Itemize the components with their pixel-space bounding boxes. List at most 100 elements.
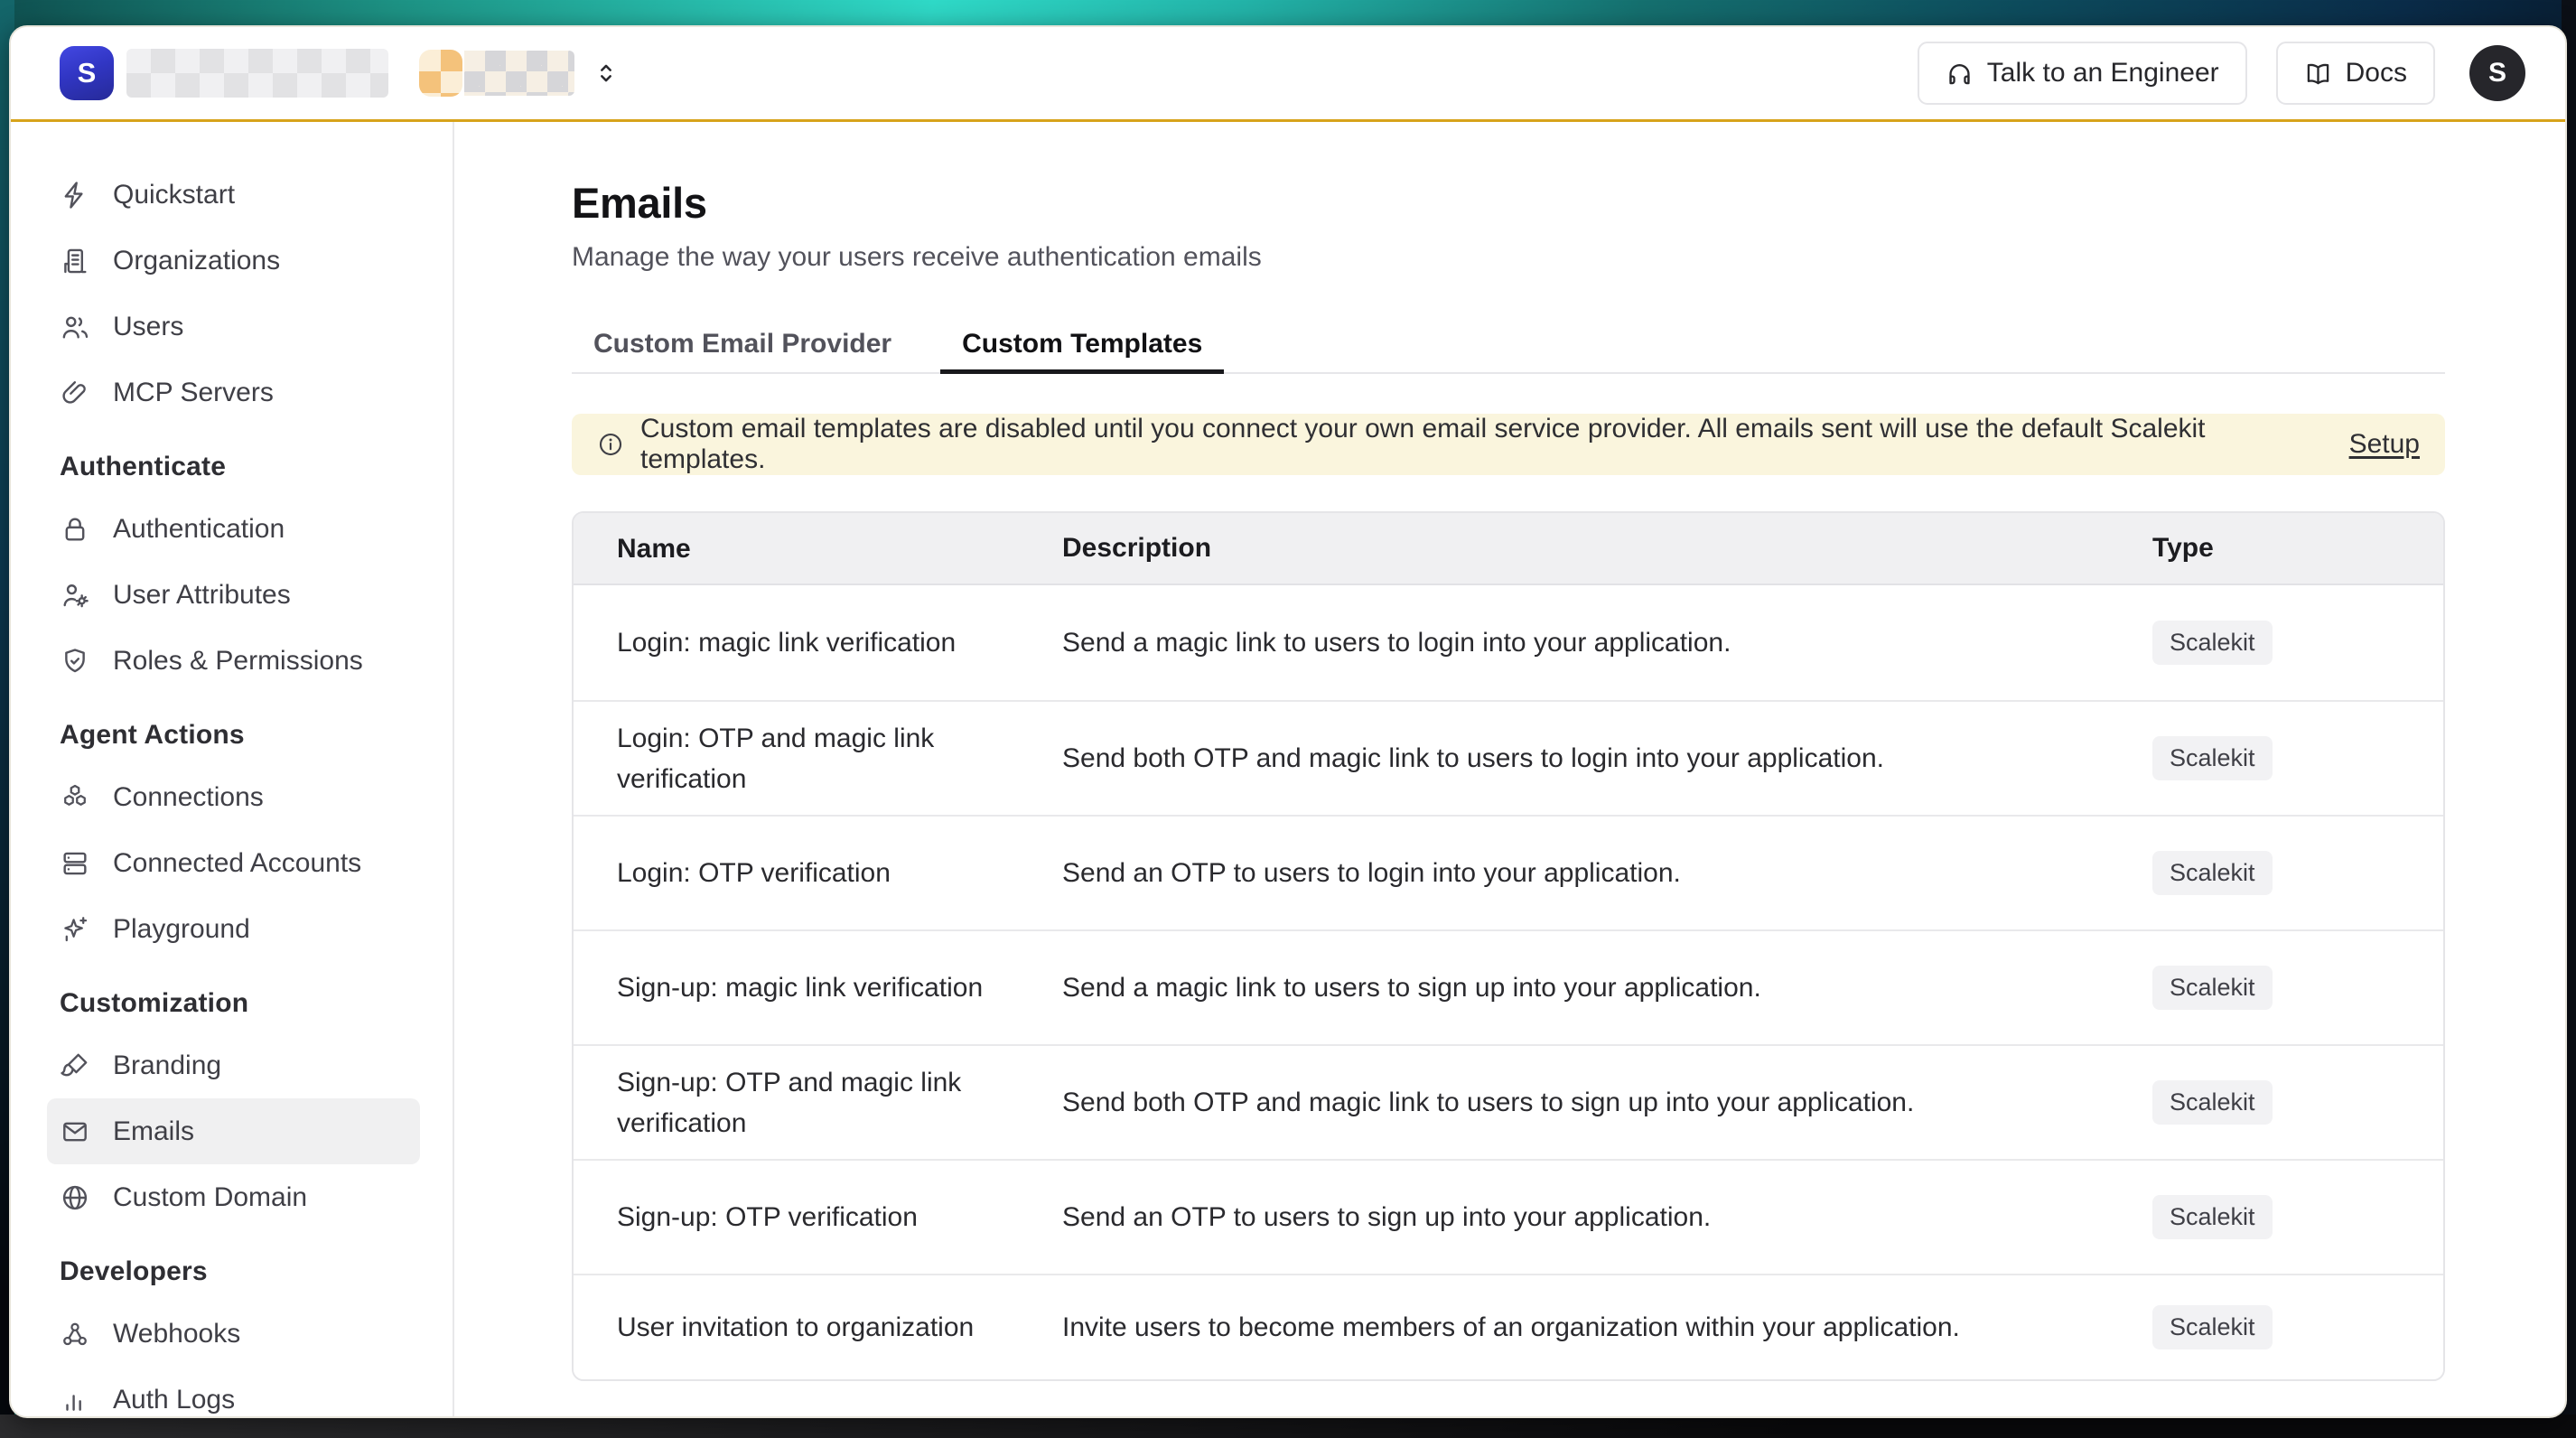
table-row[interactable]: Sign-up: OTP verification Send an OTP to…	[574, 1159, 2443, 1274]
type-badge: Scalekit	[2152, 1195, 2273, 1239]
info-banner: Custom email templates are disabled unti…	[572, 414, 2445, 475]
sidebar-item-users[interactable]: Users	[47, 294, 420, 360]
template-name: Login: OTP and magic link verification	[574, 718, 1062, 799]
setup-link[interactable]: Setup	[2349, 429, 2420, 460]
building-icon	[60, 246, 90, 276]
sidebar-item-auth-logs[interactable]: Auth Logs	[47, 1367, 420, 1416]
desktop-background: S Talk to an Engineer	[0, 0, 2576, 1438]
template-description: Send a magic link to users to sign up in…	[1062, 973, 2152, 1004]
table-row[interactable]: Login: OTP verification Send an OTP to u…	[574, 815, 2443, 929]
table-row[interactable]: Login: OTP and magic link verification S…	[574, 700, 2443, 815]
environment-switcher[interactable]	[419, 50, 574, 97]
page-subtitle: Manage the way your users receive authen…	[572, 242, 2445, 273]
sidebar-section-authenticate: Authenticate	[11, 438, 453, 496]
sidebar-label: Users	[113, 312, 183, 342]
sidebar-label: Connections	[113, 782, 264, 813]
sidebar-label: Webhooks	[113, 1319, 240, 1349]
talk-to-engineer-label: Talk to an Engineer	[1987, 58, 2219, 89]
table-row[interactable]: Login: magic link verification Send a ma…	[574, 585, 2443, 700]
sidebar-item-roles-permissions[interactable]: Roles & Permissions	[47, 628, 420, 694]
type-badge: Scalekit	[2152, 851, 2273, 895]
sidebar-item-authentication[interactable]: Authentication	[47, 496, 420, 562]
table-header-row: Name Description Type	[574, 513, 2443, 585]
sidebar-item-mcp-servers[interactable]: MCP Servers	[47, 360, 420, 425]
user-avatar[interactable]: S	[2469, 45, 2525, 101]
mail-icon	[60, 1116, 90, 1147]
stacked-rows-icon	[60, 848, 90, 879]
top-bar: S Talk to an Engineer	[11, 27, 2565, 122]
sidebar-label: Auth Logs	[113, 1385, 235, 1415]
page-title: Emails	[572, 178, 2445, 228]
lock-icon	[60, 514, 90, 545]
type-badge: Scalekit	[2152, 966, 2273, 1010]
tab-custom-email-provider[interactable]: Custom Email Provider	[572, 316, 913, 372]
table-row[interactable]: Sign-up: OTP and magic link verification…	[574, 1044, 2443, 1159]
tab-bar: Custom Email Provider Custom Templates	[572, 316, 2445, 374]
sidebar-item-custom-domain[interactable]: Custom Domain	[47, 1164, 420, 1230]
sidebar-label: Playground	[113, 914, 250, 945]
sidebar-item-emails[interactable]: Emails	[47, 1098, 420, 1164]
docs-label: Docs	[2346, 58, 2407, 89]
globe-icon	[60, 1182, 90, 1213]
template-name: Sign-up: OTP and magic link verification	[574, 1062, 1062, 1144]
template-description: Send an OTP to users to login into your …	[1062, 858, 2152, 889]
sidebar-label: Custom Domain	[113, 1182, 307, 1213]
headphones-icon	[1946, 60, 1974, 88]
sidebar-label: Roles & Permissions	[113, 646, 363, 677]
sidebar-label: Authentication	[113, 514, 285, 545]
user-gear-icon	[60, 580, 90, 611]
sidebar-section-developers: Developers	[11, 1243, 453, 1301]
sidebar-item-user-attributes[interactable]: User Attributes	[47, 562, 420, 628]
workspace-name-redacted	[126, 49, 388, 98]
type-badge: Scalekit	[2152, 1080, 2273, 1125]
unfold-chevrons-icon[interactable]	[591, 58, 621, 89]
webhook-icon	[60, 1319, 90, 1349]
environment-badge-redacted	[419, 50, 462, 97]
paperclip-icon	[60, 378, 90, 408]
type-badge: Scalekit	[2152, 1305, 2273, 1349]
sidebar-section-customization: Customization	[11, 975, 453, 1032]
bar-chart-icon	[60, 1385, 90, 1415]
sidebar: Quickstart Organizations Users MCP Serve…	[11, 122, 454, 1416]
template-description: Send an OTP to users to sign up into you…	[1062, 1202, 2152, 1233]
template-description: Send both OTP and magic link to users to…	[1062, 1088, 2152, 1118]
table-row[interactable]: Sign-up: magic link verification Send a …	[574, 929, 2443, 1044]
sidebar-item-connected-accounts[interactable]: Connected Accounts	[47, 830, 420, 896]
type-badge: Scalekit	[2152, 621, 2273, 665]
cubes-icon	[60, 782, 90, 813]
sidebar-item-playground[interactable]: Playground	[47, 896, 420, 962]
sidebar-item-connections[interactable]: Connections	[47, 764, 420, 830]
sidebar-item-organizations[interactable]: Organizations	[47, 228, 420, 294]
sidebar-label: Branding	[113, 1050, 221, 1081]
template-name: Sign-up: magic link verification	[574, 967, 1062, 1008]
column-header-name: Name	[574, 528, 1062, 569]
column-header-description: Description	[1062, 533, 2152, 564]
template-name: Sign-up: OTP verification	[574, 1197, 1062, 1237]
template-name: Login: magic link verification	[574, 622, 1062, 663]
sidebar-item-branding[interactable]: Branding	[47, 1032, 420, 1098]
template-description: Send a magic link to users to login into…	[1062, 628, 2152, 658]
sidebar-label: MCP Servers	[113, 378, 274, 408]
docs-button[interactable]: Docs	[2276, 42, 2435, 105]
table-row[interactable]: User invitation to organization Invite u…	[574, 1274, 2443, 1379]
template-description: Invite users to become members of an org…	[1062, 1312, 2152, 1343]
template-name: User invitation to organization	[574, 1307, 1062, 1348]
talk-to-engineer-button[interactable]: Talk to an Engineer	[1918, 42, 2247, 105]
sidebar-section-agent-actions: Agent Actions	[11, 706, 453, 764]
shield-check-icon	[60, 646, 90, 677]
banner-text: Custom email templates are disabled unti…	[640, 414, 2333, 475]
sidebar-item-webhooks[interactable]: Webhooks	[47, 1301, 420, 1367]
type-badge: Scalekit	[2152, 736, 2273, 780]
sidebar-item-quickstart[interactable]: Quickstart	[47, 162, 420, 228]
book-open-icon	[2304, 60, 2332, 88]
tab-custom-templates[interactable]: Custom Templates	[940, 316, 1224, 372]
sidebar-label: Connected Accounts	[113, 848, 361, 879]
sidebar-label: Quickstart	[113, 180, 235, 210]
column-header-type: Type	[2152, 533, 2443, 564]
zap-icon	[60, 180, 90, 210]
users-icon	[60, 312, 90, 342]
sidebar-label: User Attributes	[113, 580, 291, 611]
template-description: Send both OTP and magic link to users to…	[1062, 743, 2152, 774]
paintbrush-icon	[60, 1050, 90, 1081]
scalekit-logo[interactable]: S	[60, 46, 114, 100]
